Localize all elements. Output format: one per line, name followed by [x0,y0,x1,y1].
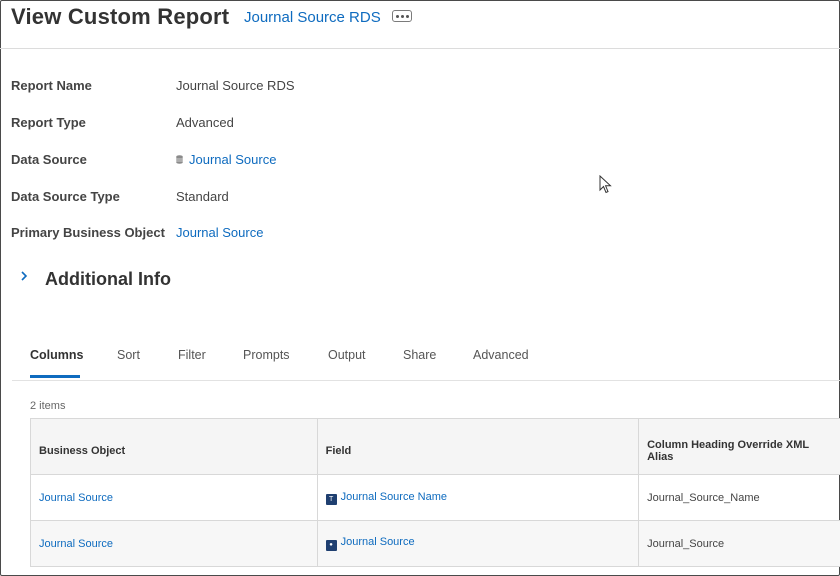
mouse-cursor-icon [599,174,613,195]
report-name-row: Report Name Journal Source RDS [11,78,711,98]
page-header: View Custom Report Journal Source RDS [0,0,840,49]
tab-advanced[interactable]: Advanced [473,348,529,362]
data-source-label: Data Source [11,152,87,167]
tab-columns[interactable]: Columns [30,348,83,362]
more-actions-button[interactable] [392,10,412,22]
report-name-value: Journal Source RDS [176,78,295,93]
report-name-label: Report Name [11,78,92,93]
field-link[interactable]: Journal Source Name [341,491,447,503]
data-source-link[interactable]: Journal Source [189,152,276,167]
data-source-type-label: Data Source Type [11,189,120,204]
field-link[interactable]: Journal Source [341,536,415,548]
table-row: Journal Source T Journal Source Name Jour… [30,474,840,521]
tab-sort[interactable]: Sort [117,348,140,362]
business-object-cell: Journal Source [30,474,318,521]
table-row: Journal Source ● Journal Source Journal_S… [30,520,840,567]
header-column-heading-alias[interactable]: Column Heading Override XML Alias [638,418,840,475]
chevron-right-icon[interactable] [19,269,31,283]
tab-output[interactable]: Output [328,348,366,362]
report-type-row: Report Type Advanced [11,115,711,135]
report-type-label: Report Type [11,115,86,130]
report-tabs: Columns Sort Filter Prompts Output Share… [12,340,840,381]
report-name-link[interactable]: Journal Source RDS [244,9,381,26]
header-business-object[interactable]: Business Object [30,418,318,475]
alias-cell: Journal_Source_Name [638,474,840,521]
header-field[interactable]: Field [316,418,640,475]
table-header-row: Business Object Field Column Heading Ove… [30,418,840,475]
text-field-icon: T [325,493,337,505]
primary-business-object-label: Primary Business Object [11,225,165,240]
tab-prompts[interactable]: Prompts [243,348,290,362]
data-source-type-value: Standard [176,189,229,204]
field-cell: ● Journal Source [316,520,640,567]
data-source-row: Data Source Journal Source [11,152,711,172]
primary-business-object-link[interactable]: Journal Source [176,225,263,240]
business-object-link[interactable]: Journal Source [39,492,113,504]
business-object-link[interactable]: Journal Source [39,538,113,550]
tab-share[interactable]: Share [403,348,436,362]
report-type-value: Advanced [176,115,234,130]
active-tab-indicator [30,375,80,378]
primary-business-object-row: Primary Business Object Journal Source [11,225,711,245]
tab-filter[interactable]: Filter [178,348,206,362]
more-dots-icon [395,14,399,18]
database-icon [176,155,183,164]
data-source-value: Journal Source [176,152,276,167]
page-title: View Custom Report [11,4,230,29]
alias-cell: Journal_Source [638,520,840,567]
additional-info-title[interactable]: Additional Info [45,269,171,290]
business-object-cell: Journal Source [30,520,318,567]
field-cell: T Journal Source Name [316,474,640,521]
columns-table: Business Object Field Column Heading Ove… [30,418,840,567]
item-count: 2 items [30,400,66,412]
instance-field-icon: ● [325,540,337,551]
